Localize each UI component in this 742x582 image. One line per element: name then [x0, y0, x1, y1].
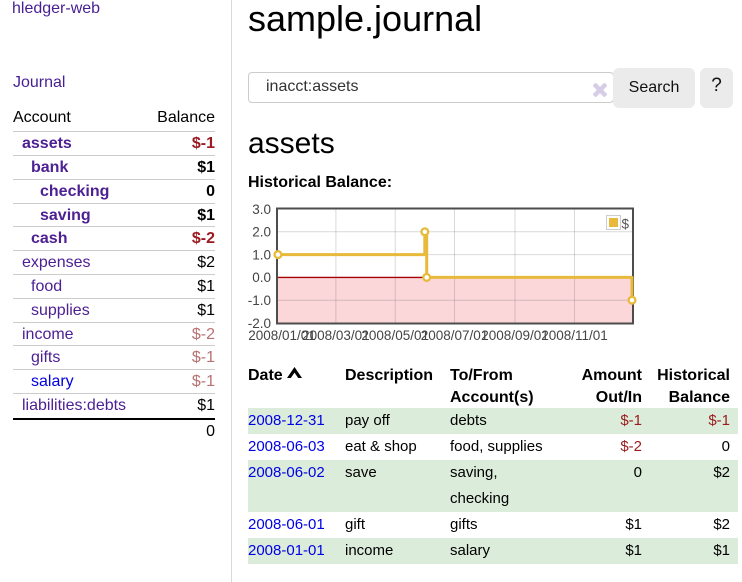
svg-text:0.0: 0.0: [252, 270, 271, 285]
svg-text:3.0: 3.0: [252, 202, 271, 217]
svg-text:1.0: 1.0: [252, 247, 271, 262]
svg-text:2008/11/01: 2008/11/01: [541, 328, 608, 343]
svg-text:2008/03/01: 2008/03/01: [302, 328, 370, 343]
svg-text:2008/05/01: 2008/05/01: [361, 328, 429, 343]
svg-text:2008/07/01: 2008/07/01: [421, 328, 489, 343]
svg-text:2.0: 2.0: [252, 225, 271, 240]
svg-text:-1.0: -1.0: [248, 293, 271, 308]
svg-text:$: $: [622, 217, 630, 232]
svg-text:2008/09/01: 2008/09/01: [481, 328, 549, 343]
